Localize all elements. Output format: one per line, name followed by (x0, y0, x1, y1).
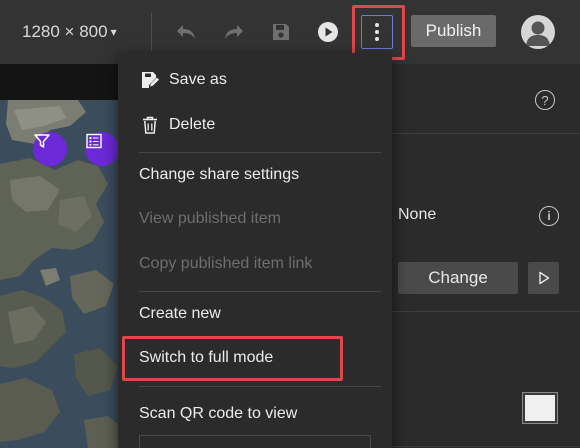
settings-panel (370, 64, 580, 448)
help-icon[interactable]: ? (535, 90, 555, 110)
save-as-icon (139, 69, 161, 91)
publish-button[interactable]: Publish (411, 15, 496, 47)
menu-item-label: Save as (169, 70, 227, 88)
map-filter-button[interactable] (33, 132, 67, 166)
legend-icon (86, 133, 102, 149)
undo-icon (177, 25, 195, 39)
preview-button[interactable] (314, 18, 342, 46)
change-button[interactable]: Change (398, 262, 518, 294)
menu-item-label: Change share settings (139, 165, 300, 183)
undo-button[interactable] (172, 18, 200, 46)
toolbar-divider (151, 13, 152, 51)
panel-divider (370, 446, 580, 447)
info-icon[interactable]: i (539, 206, 559, 226)
menu-item-label: Switch to full mode (139, 348, 274, 366)
menu-item-delete[interactable]: Delete (118, 102, 392, 147)
menu-item-label: Delete (169, 115, 216, 133)
color-swatch[interactable] (522, 392, 558, 424)
menu-item-switch-full-mode[interactable]: Switch to full mode (118, 335, 392, 380)
filter-icon (34, 134, 50, 148)
menu-item-label: Create new (139, 304, 221, 322)
play-icon (538, 271, 549, 285)
qr-code-box (139, 435, 371, 448)
screen-size-label: 1280 × 800 (22, 22, 108, 41)
menu-item-view-published-item: View published item (118, 196, 392, 241)
menu-item-create-new[interactable]: Create new (118, 291, 392, 336)
menu-item-label: Scan QR code to view (139, 404, 298, 422)
more-options-button[interactable] (361, 15, 393, 49)
menu-item-save-as[interactable]: Save as (118, 57, 392, 102)
save-icon (273, 24, 289, 40)
panel-divider (370, 133, 580, 134)
menu-item-change-share-settings[interactable]: Change share settings (118, 152, 392, 197)
more-options-menu: Save as Delete Change share settings Vie… (118, 53, 392, 448)
menu-item-label: View published item (139, 209, 282, 227)
redo-button[interactable] (220, 18, 248, 46)
user-avatar[interactable] (521, 15, 555, 49)
more-options-icon (375, 23, 379, 41)
save-button[interactable] (267, 18, 295, 46)
selection-value: None (398, 206, 437, 223)
trash-icon (139, 114, 161, 136)
screen-size-selector[interactable]: 1280 × 800 ▾ (22, 20, 117, 44)
menu-divider (139, 386, 381, 387)
chevron-down-icon: ▾ (110, 25, 117, 39)
map-legend-button[interactable] (85, 132, 119, 166)
menu-item-label: Copy published item link (139, 254, 313, 272)
menu-item-scan-qr-code[interactable]: Scan QR code to view (118, 391, 392, 436)
preview-play-icon (318, 22, 338, 42)
menu-item-copy-published-link: Copy published item link (118, 241, 392, 286)
app-root: 1280 × 800 ▾ Publish ? None i Change Sav… (0, 0, 580, 448)
map-canvas[interactable] (0, 100, 120, 448)
redo-icon (225, 25, 243, 39)
avatar-icon (526, 21, 550, 46)
panel-divider (370, 311, 580, 312)
play-button[interactable] (528, 262, 559, 294)
